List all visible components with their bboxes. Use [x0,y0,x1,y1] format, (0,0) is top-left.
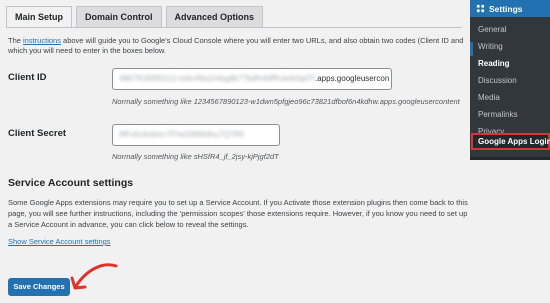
show-service-account-link[interactable]: Show Service Account settings [8,237,111,246]
client-id-value-visible: .apps.googleusercon [315,74,390,83]
submenu-item-general[interactable]: General [478,25,506,34]
tab-domain-control[interactable]: Domain Control [76,6,162,28]
settings-sliders-icon [476,4,485,13]
submenu-item-media[interactable]: Media [478,93,500,102]
save-changes-button[interactable]: Save Changes [8,278,70,296]
settings-menu-title: Settings [489,3,523,14]
submenu-item-discussion[interactable]: Discussion [478,76,517,85]
service-account-text: Some Google Apps extensions may require … [8,198,468,229]
current-item-indicator [470,42,473,56]
service-account-title: Service Account settings [8,177,134,189]
client-id-value-blurred: 4867918390112-mkir48a1h4ag8k77bdfmfdffhv… [119,74,315,83]
intro-line2: which you will need to enter in the boxe… [8,46,167,55]
submenu-item-permalinks[interactable]: Permalinks [478,110,518,119]
intro-text: The instructions above will guide you to… [8,36,468,56]
intro-suffix: above will guide you to Google's Cloud C… [60,36,464,45]
submenu-item-google-apps-login[interactable]: Google Apps Login [471,133,550,150]
tab-advanced-options[interactable]: Advanced Options [165,6,264,28]
client-secret-input[interactable]: 9fFx0cfmbhrr7Fhe038Wdhu7Q7Rfr [112,124,280,146]
client-secret-hint: Normally something like sHSfR4_jf_2jsy-k… [112,152,279,161]
client-id-label: Client ID [8,72,47,83]
client-secret-label: Client Secret [8,128,67,139]
client-id-hint: Normally something like 1234567890123-w1… [112,97,460,106]
settings-tabs: Main Setup Domain Control Advanced Optio… [6,6,264,28]
tabs-divider [6,27,462,28]
client-id-input[interactable]: 4867918390112-mkir48a1h4ag8k77bdfmfdffhv… [112,68,392,90]
submenu-item-writing[interactable]: Writing [478,42,503,51]
settings-menu-header[interactable]: Settings [470,0,550,17]
client-secret-value-blurred: 9fFx0cfmbhrr7Fhe038Wdhu7Q7Rfr [119,130,245,139]
instructions-link[interactable]: instructions [23,36,61,45]
submenu-item-reading[interactable]: Reading [478,59,510,68]
intro-prefix: The [8,36,24,45]
annotation-arrow-icon [70,263,118,290]
tab-main-setup[interactable]: Main Setup [6,6,73,28]
